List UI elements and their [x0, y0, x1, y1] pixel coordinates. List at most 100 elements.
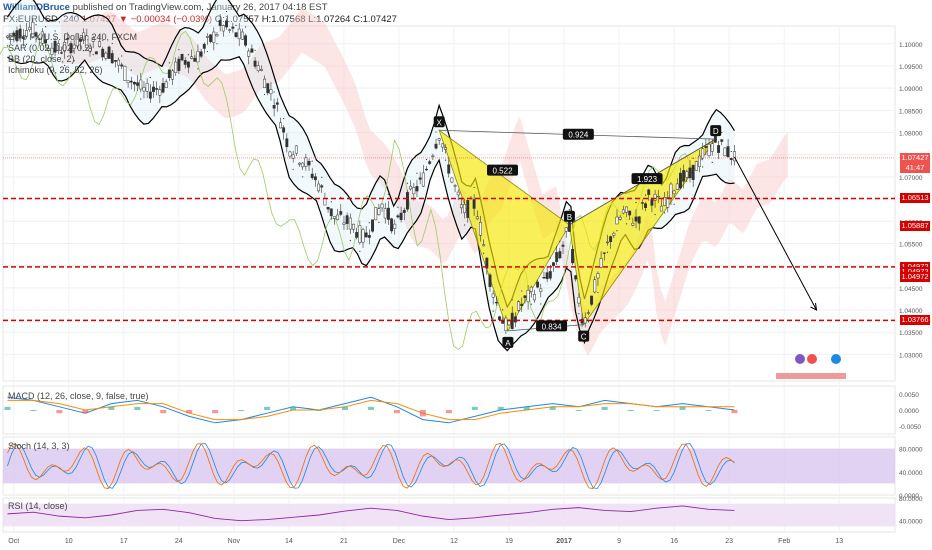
candle-body	[348, 217, 352, 230]
stoch-legend[interactable]: Stoch (14, 3, 3)	[8, 441, 70, 451]
candle-body	[180, 54, 184, 61]
legend-ichimoku[interactable]: Ichimoku (9, 26, 52, 26)	[8, 65, 137, 76]
candle-body	[494, 301, 498, 304]
chart-canvas[interactable]: X A B C D 0.522 0.834 1.923 0.924 1.03000 1.03500…	[0, 0, 932, 550]
macd-histogram-bar	[56, 410, 63, 414]
sar-dot	[149, 76, 151, 79]
candle-body	[507, 320, 511, 326]
candle-body	[513, 316, 517, 323]
rsi-legend[interactable]: RSI (14, close)	[8, 501, 68, 511]
candle-body	[250, 48, 254, 53]
legend-sar[interactable]: SAR (0.02, 0.02, 0.2)	[8, 43, 137, 54]
time-tick-label: Oct	[8, 538, 19, 545]
candle-body	[167, 69, 171, 78]
candle-body	[380, 203, 384, 209]
earnings-strip	[776, 373, 846, 379]
price-tick-label: 1.04000	[899, 308, 923, 315]
event-icon[interactable]	[807, 354, 817, 364]
candle-body	[634, 216, 638, 222]
candle-body	[517, 301, 521, 311]
macd-histogram-bar	[134, 406, 141, 410]
main-legend: Euro FX/U.S. Dollar, 240, FXCM SAR (0.02…	[8, 32, 137, 76]
candle-body	[390, 218, 394, 232]
candle-body	[437, 138, 441, 141]
candle-body	[259, 69, 263, 71]
event-icon[interactable]	[795, 354, 805, 364]
macd-histogram-bar	[601, 406, 608, 410]
candle-body	[269, 89, 273, 95]
time-tick-label: 14	[285, 538, 293, 545]
macd-histogram-bar	[290, 406, 297, 410]
legend-symbol[interactable]: Euro FX/U.S. Dollar, 240, FXCM	[8, 32, 137, 43]
candle-body	[231, 26, 235, 29]
candle-body	[707, 143, 711, 156]
price-tag: 1.04972	[900, 272, 930, 283]
candle-body	[463, 204, 467, 213]
candle-body	[612, 232, 616, 236]
price-tick-label: 1.03000	[899, 352, 923, 359]
macd-histogram-bar	[497, 406, 504, 410]
candle-body	[679, 172, 682, 189]
sar-dot	[464, 224, 466, 226]
candle-body	[183, 60, 187, 65]
time-tick-label: 10	[65, 538, 73, 545]
candle-body	[193, 57, 197, 62]
candle-body	[161, 83, 165, 93]
candle-body	[501, 320, 505, 324]
time-tick-label: Dec	[393, 538, 406, 545]
sar-dot	[368, 222, 370, 224]
macd-histogram-bar	[264, 406, 271, 410]
candle-body	[726, 146, 730, 157]
candle-body	[723, 147, 727, 157]
legend-bb[interactable]: BB (20, close, 2)	[8, 54, 137, 65]
candle-body	[228, 29, 232, 31]
candle-body	[355, 232, 359, 238]
sar-dot	[283, 117, 285, 120]
sar-dot	[492, 310, 494, 312]
candle-body	[637, 216, 641, 224]
candle-body	[621, 209, 625, 214]
sar-dot	[292, 168, 294, 170]
sar-dot	[311, 160, 313, 162]
candle-body	[548, 271, 552, 279]
candle-body	[644, 203, 648, 208]
candle-body	[609, 236, 613, 243]
candle-body	[266, 83, 270, 94]
price-tag: 41:47	[900, 162, 930, 173]
macd-tick-label: 0.0000	[899, 408, 919, 415]
candle-body	[294, 145, 298, 154]
candle-body	[317, 183, 321, 192]
candle-body	[529, 286, 533, 292]
candle-body	[545, 272, 549, 280]
time-tick-label: 21	[340, 538, 348, 545]
sar-dot	[178, 49, 180, 51]
macd-histogram-bar	[679, 406, 686, 410]
candle-body	[190, 56, 194, 59]
candle-body	[415, 186, 419, 192]
candle-body	[310, 173, 314, 179]
candle-body	[396, 215, 400, 218]
ratio-label: 0.834	[542, 322, 563, 331]
candle-body	[498, 316, 501, 320]
sar-dot	[730, 150, 732, 153]
sar-dot	[302, 176, 304, 178]
candle-body	[136, 82, 140, 86]
event-icon[interactable]	[831, 354, 841, 364]
candle-body	[425, 168, 428, 171]
sar-dot	[444, 159, 447, 161]
candle-body	[336, 214, 340, 221]
macd-legend[interactable]: MACD (12, 26, close, 9, false, true)	[8, 391, 149, 401]
macd-histogram-bar	[549, 406, 556, 410]
candle-body	[561, 244, 565, 247]
candle-body	[615, 216, 619, 225]
macd-histogram-bar	[186, 410, 193, 414]
sar-dot	[378, 221, 380, 223]
candle-body	[659, 205, 663, 212]
candle-body	[377, 208, 381, 215]
candle-body	[158, 89, 162, 96]
macd-histogram-bar	[471, 406, 478, 410]
candle-body	[215, 34, 219, 37]
time-tick-label: 2017	[556, 538, 572, 545]
candle-body	[640, 202, 644, 204]
candle-body	[253, 60, 257, 67]
